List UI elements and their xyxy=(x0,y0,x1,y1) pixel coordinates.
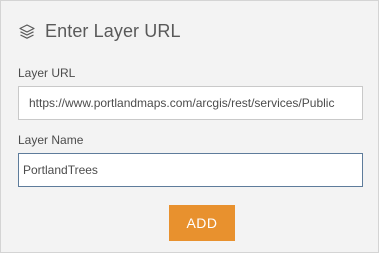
layers-icon xyxy=(18,23,36,41)
layer-name-input[interactable] xyxy=(18,153,363,187)
panel-title: Enter Layer URL xyxy=(45,20,181,41)
layer-name-label: Layer Name xyxy=(18,133,84,147)
layer-url-input[interactable] xyxy=(18,86,363,120)
panel-header: Enter Layer URL xyxy=(18,17,181,45)
add-button[interactable]: ADD xyxy=(169,205,235,241)
layer-url-label: Layer URL xyxy=(18,66,76,80)
enter-layer-url-panel: Enter Layer URL Layer URL Layer Name ADD xyxy=(0,0,379,253)
